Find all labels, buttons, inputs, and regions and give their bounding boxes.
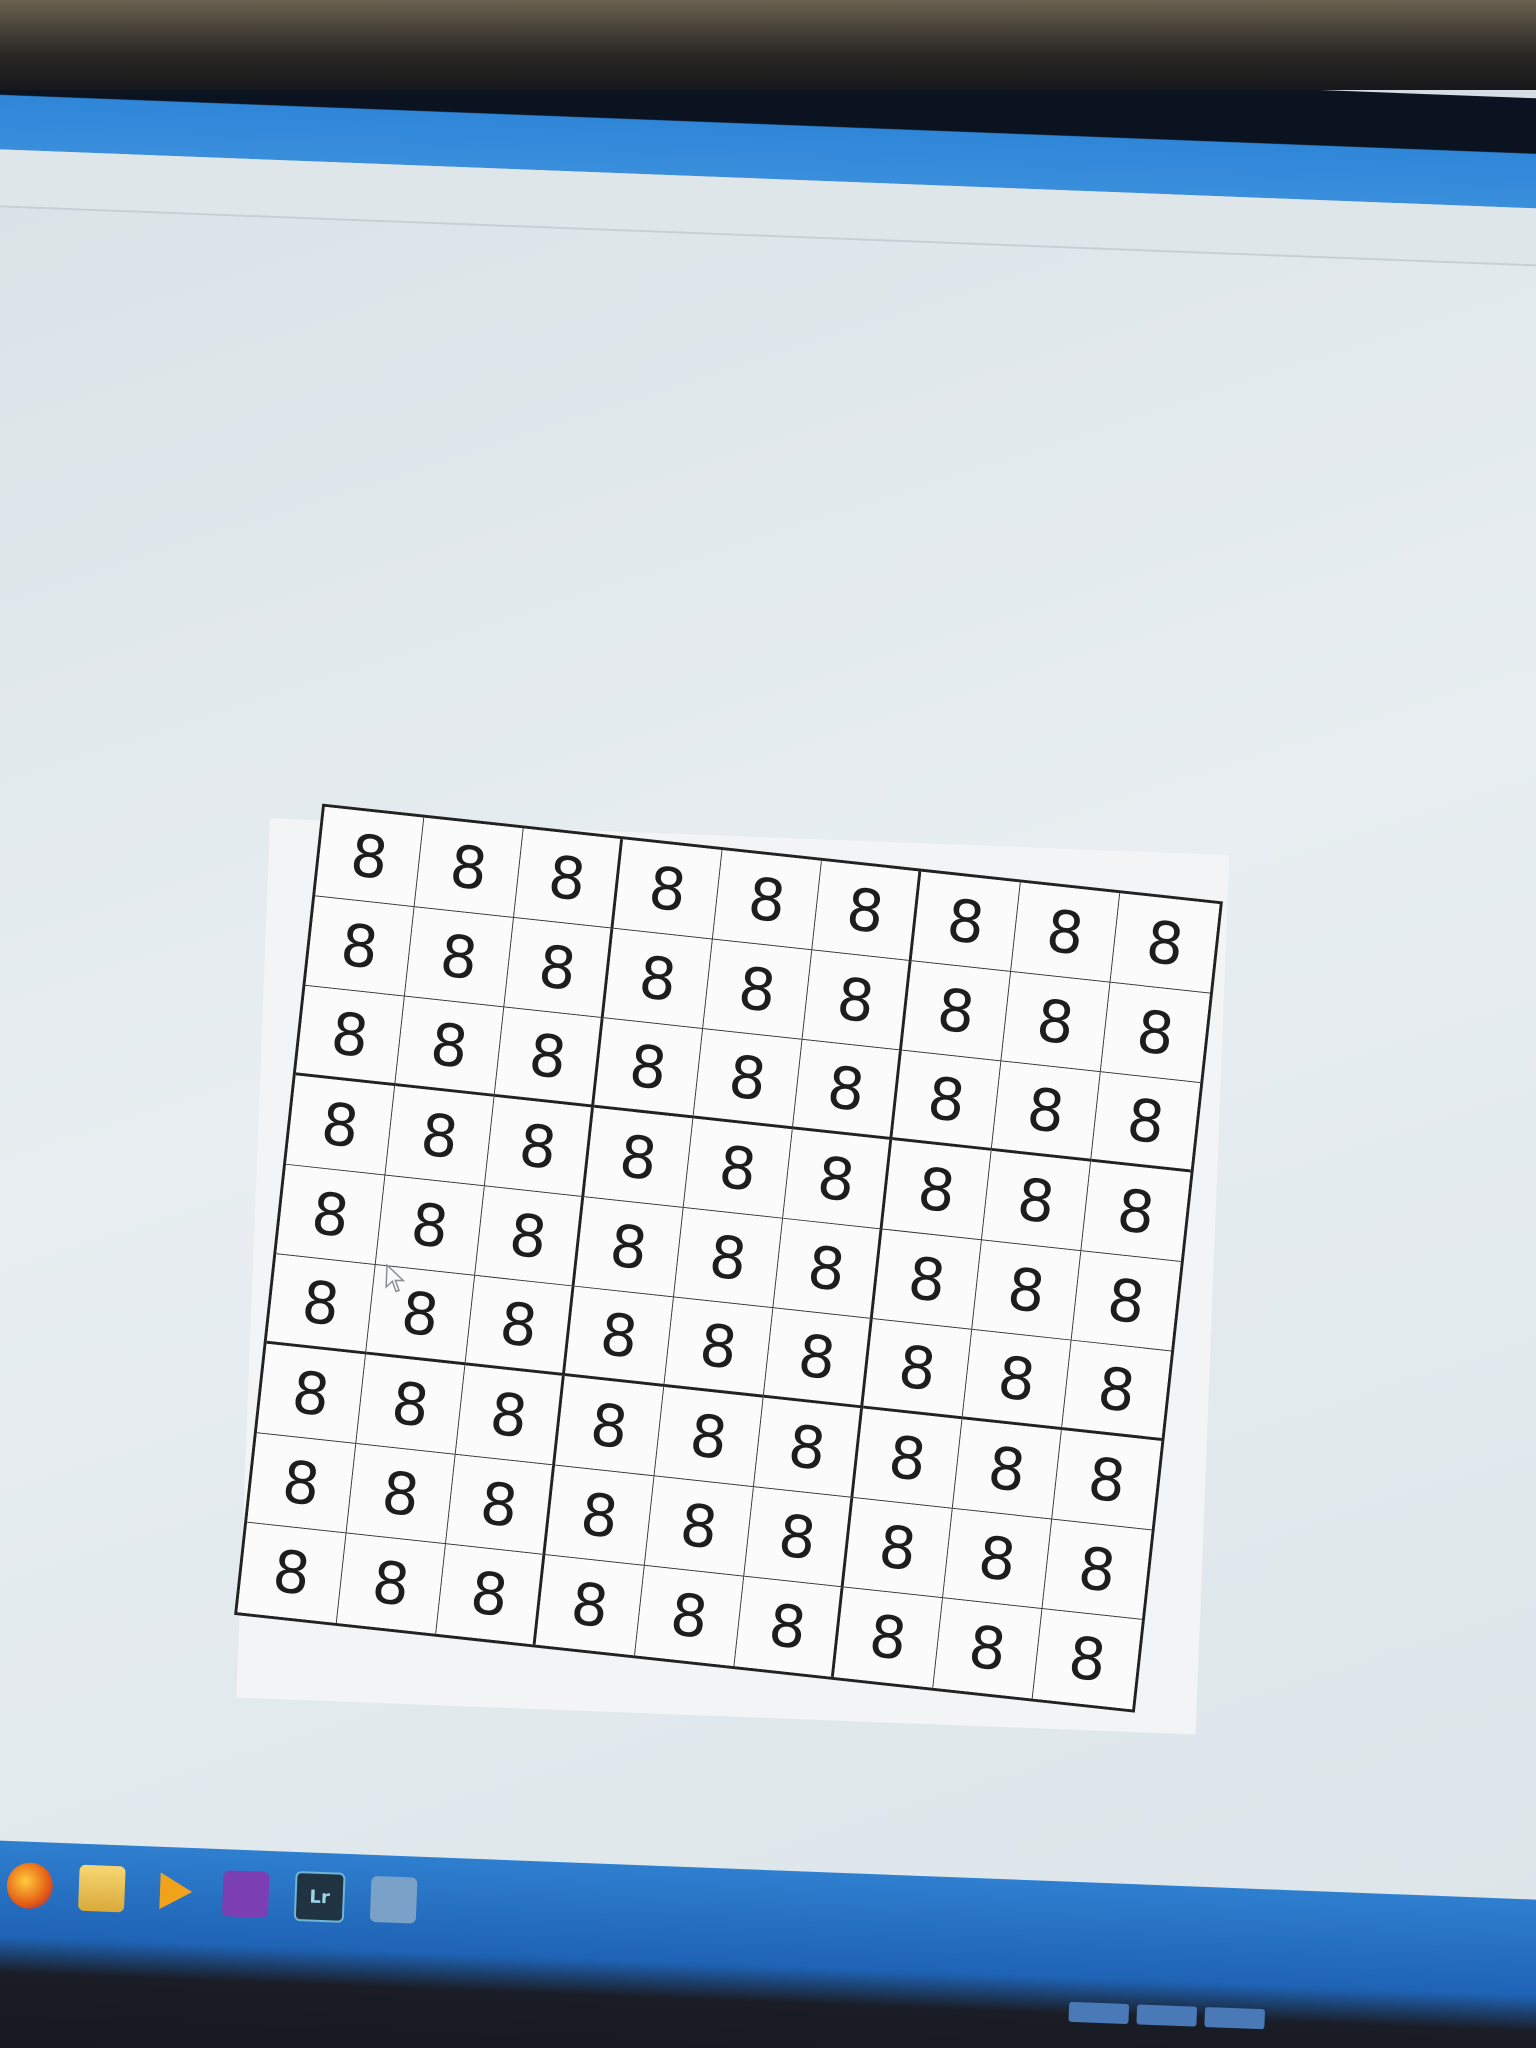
sudoku-cell[interactable]: 8 — [256, 1343, 366, 1445]
sudoku-cell[interactable]: 8 — [703, 939, 813, 1040]
firefox-icon[interactable] — [6, 1861, 54, 1910]
sudoku-cell[interactable]: 8 — [1081, 1161, 1191, 1263]
sudoku-cell[interactable]: 8 — [693, 1029, 803, 1130]
sudoku-cell[interactable]: 8 — [773, 1218, 883, 1320]
sudoku-cell[interactable]: 8 — [654, 1386, 764, 1488]
sudoku-cell[interactable]: 8 — [356, 1354, 466, 1455]
sudoku-cell[interactable]: 8 — [436, 1544, 546, 1645]
sudoku-cell[interactable]: 8 — [812, 860, 922, 962]
sudoku-cell[interactable]: 8 — [863, 1319, 973, 1420]
sudoku-cell[interactable]: 8 — [593, 1018, 704, 1119]
window-client-area: 8888888888888888888888888888888888888888… — [0, 207, 1536, 1919]
sudoku-cell[interactable]: 8 — [981, 1150, 1092, 1252]
sudoku-cell[interactable]: 8 — [305, 896, 415, 997]
sudoku-cell[interactable]: 8 — [295, 985, 405, 1087]
sudoku-cell[interactable]: 8 — [484, 1096, 594, 1198]
sudoku-cell[interactable]: 8 — [882, 1140, 992, 1241]
monitor-bezel — [0, 0, 1536, 90]
system-tray — [1068, 2001, 1266, 2030]
sudoku-cell[interactable]: 8 — [613, 839, 723, 940]
sudoku-cell[interactable]: 8 — [445, 1454, 556, 1556]
sudoku-cell[interactable]: 8 — [365, 1265, 476, 1366]
sudoku-cell[interactable]: 8 — [584, 1107, 694, 1209]
sudoku-cell[interactable]: 8 — [1032, 1609, 1142, 1710]
sudoku-cell[interactable]: 8 — [753, 1397, 864, 1499]
sudoku-cell[interactable]: 8 — [853, 1408, 963, 1509]
sudoku-cell[interactable]: 8 — [1052, 1430, 1162, 1531]
file-explorer-icon[interactable] — [77, 1864, 126, 1913]
sudoku-cell[interactable]: 8 — [792, 1039, 902, 1141]
sudoku-cell[interactable]: 8 — [346, 1444, 456, 1545]
sudoku-cell[interactable]: 8 — [952, 1419, 1062, 1520]
sudoku-cell[interactable]: 8 — [385, 1086, 495, 1187]
monitor-screen: 8888888888888888888888888888888888888888… — [0, 90, 1536, 2048]
sudoku-cell[interactable]: 8 — [664, 1297, 774, 1398]
lightroom-icon[interactable]: Lr — [293, 1870, 346, 1923]
sudoku-cell[interactable]: 8 — [991, 1061, 1101, 1162]
sudoku-cell[interactable]: 8 — [972, 1240, 1082, 1341]
sudoku-cell[interactable]: 8 — [475, 1186, 585, 1287]
sudoku-cell[interactable]: 8 — [943, 1508, 1053, 1610]
sudoku-cell[interactable]: 8 — [1100, 982, 1210, 1084]
sudoku-cell[interactable]: 8 — [644, 1476, 754, 1577]
sudoku-cell[interactable]: 8 — [712, 850, 822, 951]
tray-item[interactable] — [1204, 2006, 1266, 2030]
sudoku-cell[interactable]: 8 — [1071, 1251, 1181, 1352]
sudoku-cell[interactable]: 8 — [603, 928, 713, 1030]
sudoku-cell[interactable]: 8 — [513, 828, 624, 929]
sudoku-cell[interactable]: 8 — [555, 1376, 665, 1477]
sudoku-cell[interactable]: 8 — [1001, 971, 1111, 1073]
sudoku-cell[interactable]: 8 — [783, 1129, 893, 1230]
sudoku-cell[interactable]: 8 — [901, 961, 1012, 1062]
mouse-pointer-icon — [385, 1263, 406, 1293]
sudoku-cell[interactable]: 8 — [395, 996, 505, 1097]
lightroom-label: Lr — [309, 1886, 331, 1908]
sudoku-cell[interactable]: 8 — [535, 1555, 645, 1656]
taskbar-pinned-apps: Lr — [0, 1852, 418, 1931]
tray-item[interactable] — [1136, 2004, 1198, 2027]
sudoku-cell[interactable]: 8 — [285, 1075, 396, 1176]
sudoku-cell[interactable]: 8 — [336, 1533, 446, 1634]
sudoku-cell[interactable]: 8 — [494, 1007, 604, 1108]
tray-item[interactable] — [1068, 2001, 1130, 2025]
sudoku-cell[interactable]: 8 — [504, 917, 614, 1019]
sudoku-cell[interactable]: 8 — [545, 1465, 655, 1566]
sudoku-cell[interactable]: 8 — [1011, 882, 1121, 983]
sudoku-cell[interactable]: 8 — [375, 1175, 485, 1276]
app-window-icon[interactable] — [369, 1875, 418, 1924]
sudoku-cell[interactable]: 8 — [564, 1286, 674, 1387]
sudoku-cell[interactable]: 8 — [1110, 893, 1220, 994]
sudoku-cell[interactable]: 8 — [237, 1522, 347, 1623]
sudoku-cell[interactable]: 8 — [872, 1229, 982, 1330]
sudoku-cell[interactable]: 8 — [1042, 1519, 1152, 1620]
media-player-icon[interactable] — [150, 1867, 198, 1915]
sudoku-cell[interactable]: 8 — [744, 1487, 854, 1588]
sudoku-cell[interactable]: 8 — [933, 1598, 1043, 1699]
sudoku-cell[interactable]: 8 — [247, 1433, 357, 1534]
sudoku-cell[interactable]: 8 — [455, 1365, 565, 1466]
sudoku-cell[interactable]: 8 — [802, 950, 912, 1051]
sudoku-cell[interactable]: 8 — [892, 1050, 1002, 1151]
sudoku-cell[interactable]: 8 — [404, 907, 514, 1008]
sudoku-cell[interactable]: 8 — [635, 1565, 745, 1667]
sudoku-cell[interactable]: 8 — [833, 1587, 944, 1688]
sudoku-cell[interactable]: 8 — [673, 1208, 784, 1309]
sudoku-grid: 8888888888888888888888888888888888888888… — [234, 803, 1223, 1713]
sudoku-cell[interactable]: 8 — [315, 806, 425, 908]
sudoku-cell[interactable]: 8 — [911, 871, 1021, 972]
sudoku-cell[interactable]: 8 — [843, 1498, 953, 1599]
sudoku-cell[interactable]: 8 — [414, 817, 524, 918]
visual-studio-icon[interactable] — [221, 1870, 270, 1918]
sudoku-cell[interactable]: 8 — [962, 1329, 1072, 1431]
sudoku-cell[interactable]: 8 — [734, 1576, 844, 1677]
sudoku-cell[interactable]: 8 — [683, 1118, 793, 1219]
sudoku-cell[interactable]: 8 — [465, 1275, 575, 1377]
sudoku-cell[interactable]: 8 — [276, 1164, 386, 1266]
sudoku-cell[interactable]: 8 — [266, 1254, 376, 1355]
sudoku-cell[interactable]: 8 — [574, 1197, 684, 1298]
sudoku-cell[interactable]: 8 — [1061, 1340, 1172, 1441]
sudoku-cell[interactable]: 8 — [763, 1308, 873, 1409]
sudoku-cell[interactable]: 8 — [1091, 1072, 1201, 1173]
desktop: 8888888888888888888888888888888888888888… — [0, 90, 1536, 2048]
